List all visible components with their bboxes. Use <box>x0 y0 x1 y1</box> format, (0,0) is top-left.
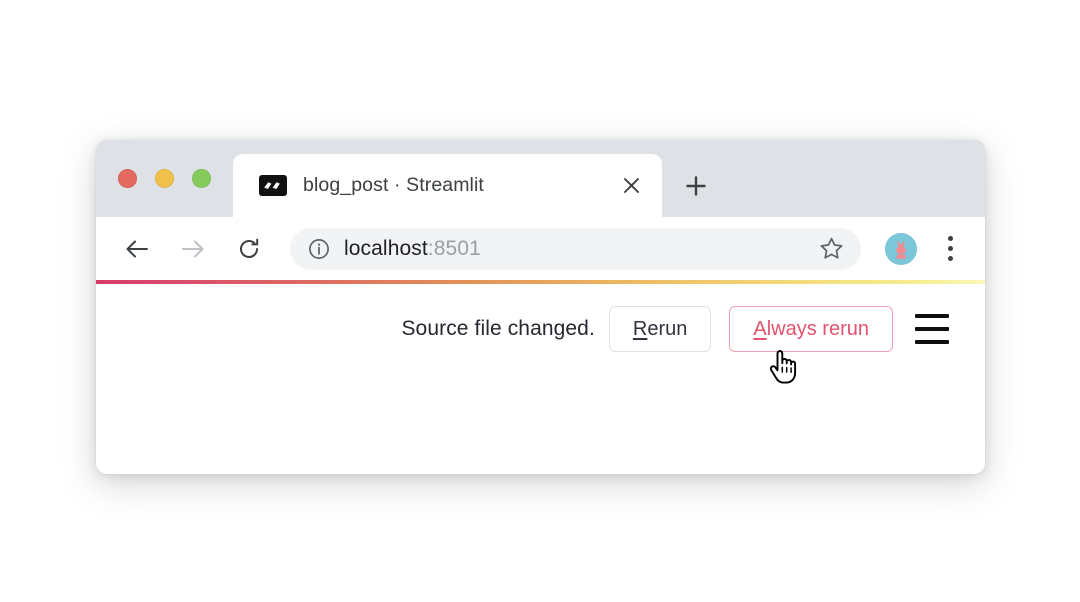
url-text[interactable]: localhost:8501 <box>344 237 807 261</box>
hamburger-bar <box>915 314 949 318</box>
profile-avatar[interactable] <box>885 233 917 265</box>
tab-strip: blog_post · Streamlit <box>96 140 985 217</box>
browser-toolbar: localhost:8501 <box>96 217 985 280</box>
bookmark-star-icon[interactable] <box>811 229 851 269</box>
page-viewport: Source file changed. Rerun Always rerun <box>96 280 985 474</box>
site-info-icon[interactable] <box>308 238 330 260</box>
streamlit-hamburger-menu-icon[interactable] <box>915 314 949 344</box>
address-bar[interactable]: localhost:8501 <box>290 228 861 270</box>
source-file-changed-message: Source file changed. <box>401 317 594 341</box>
streamlit-favicon-icon <box>259 175 287 196</box>
kebab-dot <box>948 236 953 241</box>
always-rerun-label-rest: lways rerun <box>767 318 869 340</box>
back-button[interactable] <box>116 228 158 270</box>
hamburger-bar <box>915 340 949 344</box>
browser-menu-button[interactable] <box>933 229 967 269</box>
window-traffic-lights <box>118 169 211 188</box>
screen: blog_post · Streamlit <box>0 0 1080 602</box>
arrow-right-icon <box>181 238 205 260</box>
url-port: :8501 <box>428 237 481 260</box>
hamburger-bar <box>915 327 949 331</box>
url-host: localhost <box>344 237 428 260</box>
tab-close-icon[interactable] <box>615 169 648 202</box>
rerun-accel-letter: R <box>633 318 647 340</box>
streamlit-status-toolbar: Source file changed. Rerun Always rerun <box>96 284 985 352</box>
new-tab-button[interactable] <box>676 166 716 206</box>
browser-window: blog_post · Streamlit <box>96 140 985 474</box>
kebab-dot <box>948 256 953 261</box>
forward-button[interactable] <box>172 228 214 270</box>
browser-tab-active[interactable]: blog_post · Streamlit <box>233 154 662 217</box>
window-minimize-button[interactable] <box>155 169 174 188</box>
rerun-label-rest: erun <box>647 318 687 340</box>
window-close-button[interactable] <box>118 169 137 188</box>
always-rerun-button[interactable]: Always rerun <box>729 306 893 352</box>
tab-title: blog_post · Streamlit <box>303 174 615 197</box>
kebab-dot <box>948 246 953 251</box>
window-maximize-button[interactable] <box>192 169 211 188</box>
reload-icon <box>237 237 261 261</box>
arrow-left-icon <box>125 238 149 260</box>
reload-button[interactable] <box>228 228 270 270</box>
always-rerun-accel-letter: A <box>753 318 766 340</box>
rerun-button[interactable]: Rerun <box>609 306 711 352</box>
